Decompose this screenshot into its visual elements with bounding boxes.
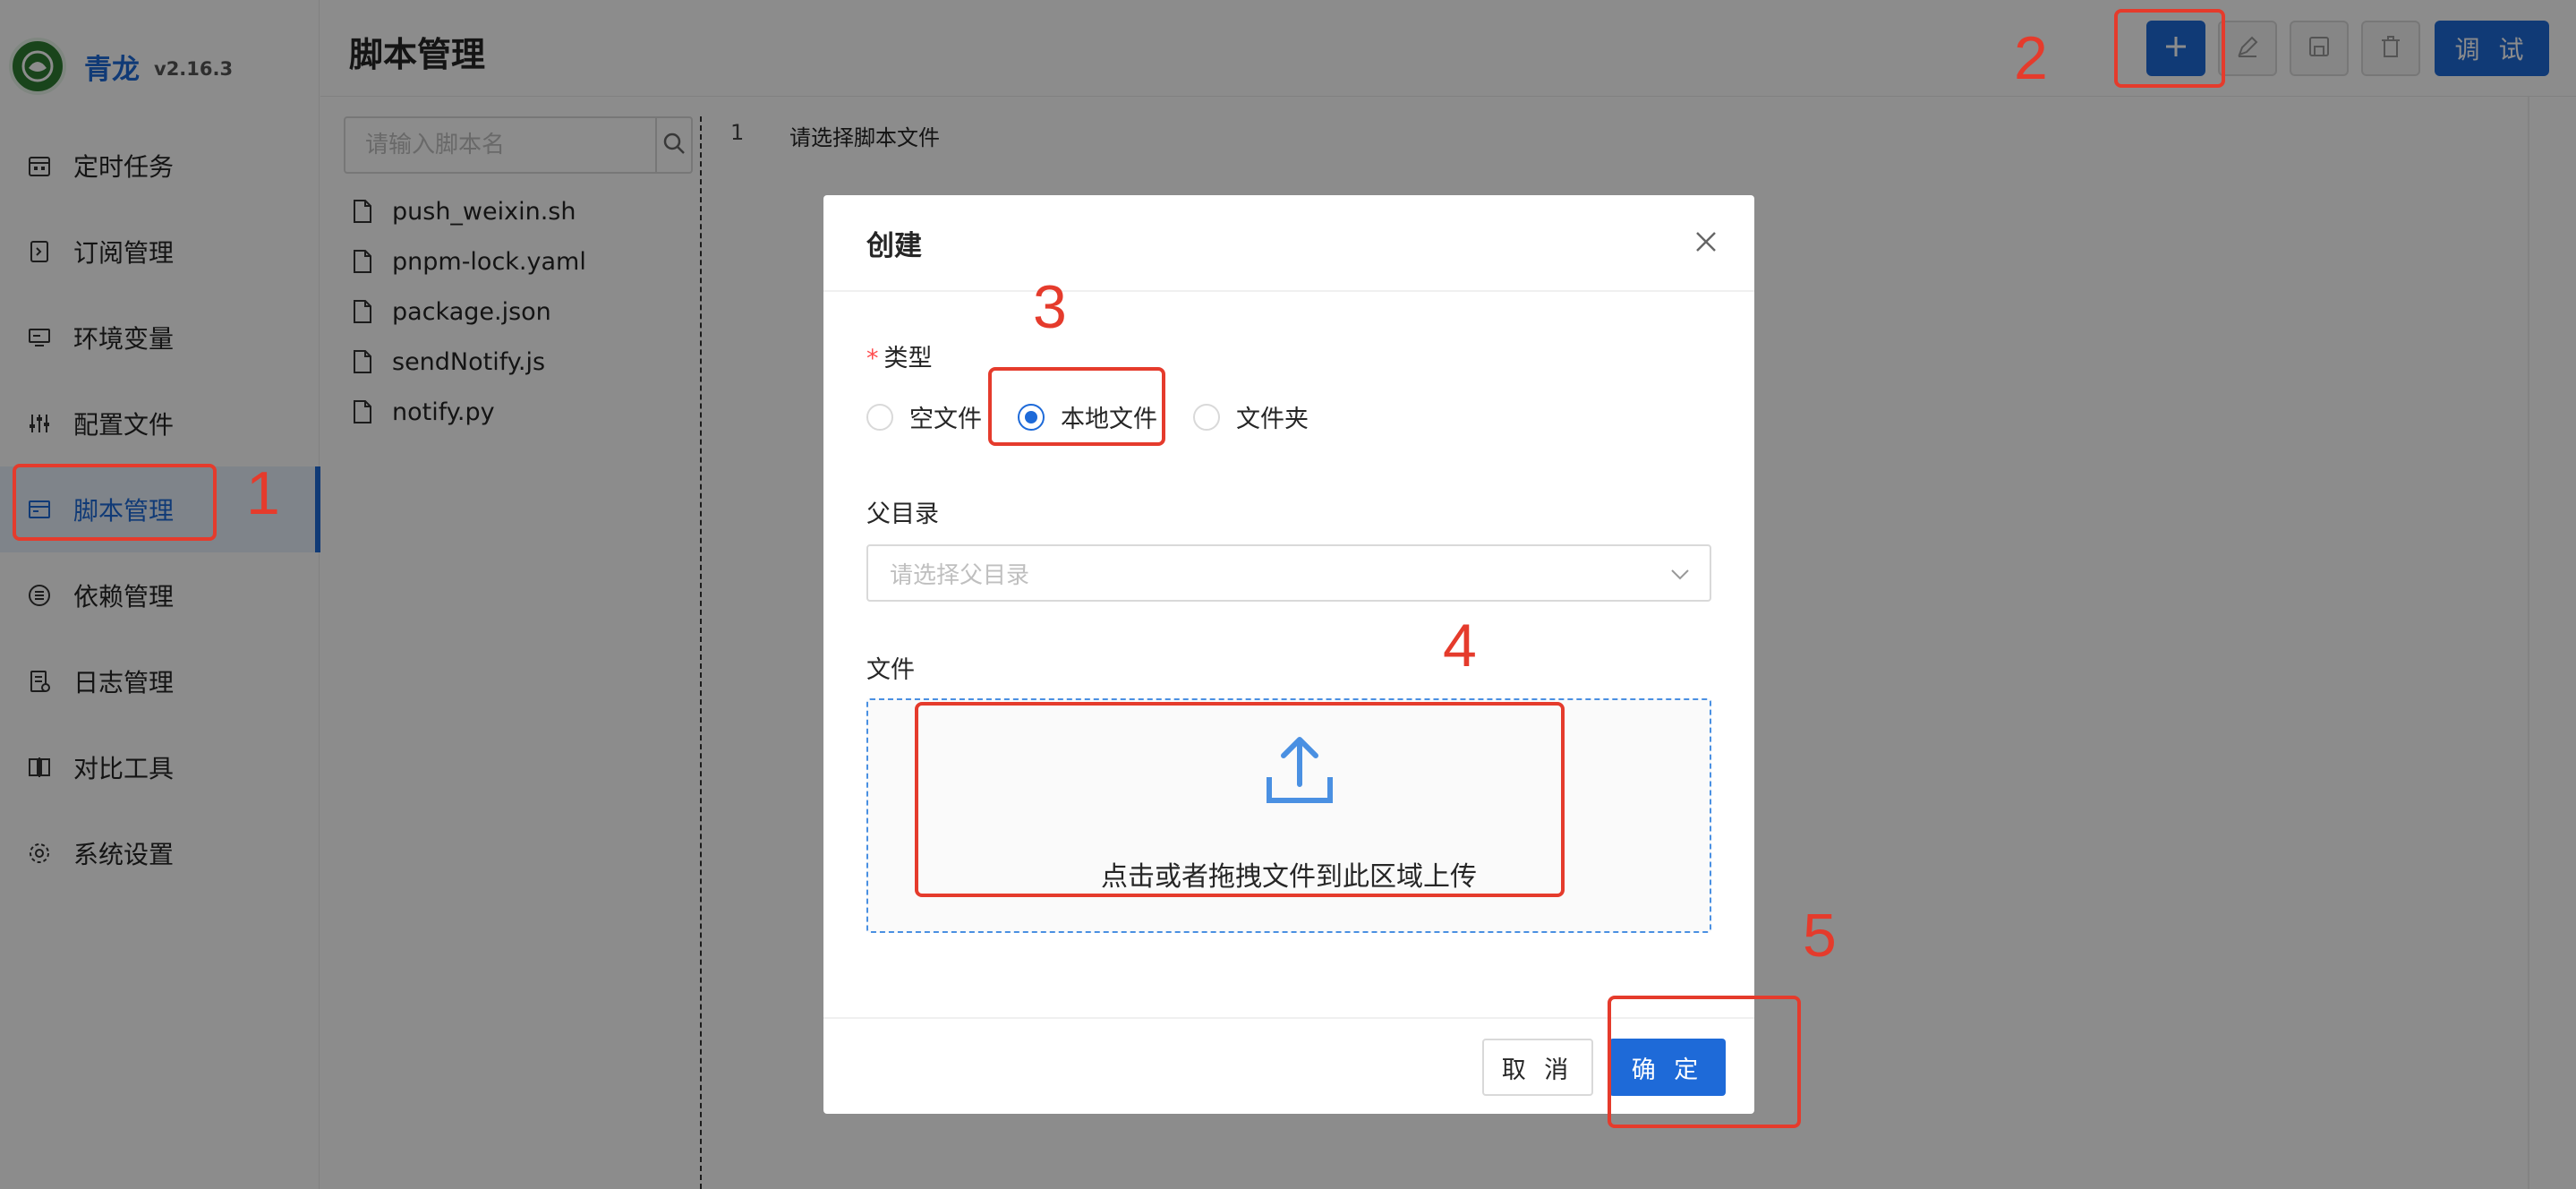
annotation-box-5	[1608, 996, 1801, 1128]
cancel-button[interactable]: 取 消	[1482, 1039, 1593, 1096]
dialog-title: 创建	[866, 229, 922, 262]
annotation-number-3: 3	[1033, 273, 1067, 341]
parent-dir-label: 父目录	[866, 500, 939, 528]
annotation-box-1	[13, 464, 217, 541]
annotation-number-4: 4	[1443, 612, 1477, 680]
annotation-box-4	[915, 702, 1565, 897]
file-label: 文件	[866, 656, 915, 684]
chevron-down-icon	[1668, 562, 1692, 592]
annotation-number-1: 1	[246, 459, 280, 527]
dialog-header: 创建	[823, 195, 1754, 292]
annotation-box-3	[988, 367, 1165, 446]
select-placeholder: 请选择父目录	[890, 561, 1030, 589]
required-mark: *	[866, 345, 879, 372]
annotation-number-5: 5	[1803, 902, 1837, 970]
type-label: * 类型	[866, 345, 933, 372]
close-button[interactable]	[1690, 227, 1722, 260]
radio-label: 文件夹	[1236, 406, 1309, 433]
radio-empty-file[interactable]: 空文件	[866, 399, 982, 434]
create-dialog: 创建 * 类型 空文件 本地文件 文件夹 父目录 请选择父目录 文件 点击或者拖拽…	[823, 195, 1754, 1114]
close-icon	[1693, 229, 1719, 258]
radio-label: 空文件	[909, 406, 982, 433]
parent-dir-select[interactable]: 请选择父目录	[866, 544, 1711, 602]
radio-folder[interactable]: 文件夹	[1193, 399, 1309, 434]
radio-button[interactable]	[1193, 403, 1220, 431]
radio-button[interactable]	[866, 403, 893, 431]
annotation-number-2: 2	[2014, 24, 2048, 92]
annotation-box-2	[2114, 9, 2225, 88]
